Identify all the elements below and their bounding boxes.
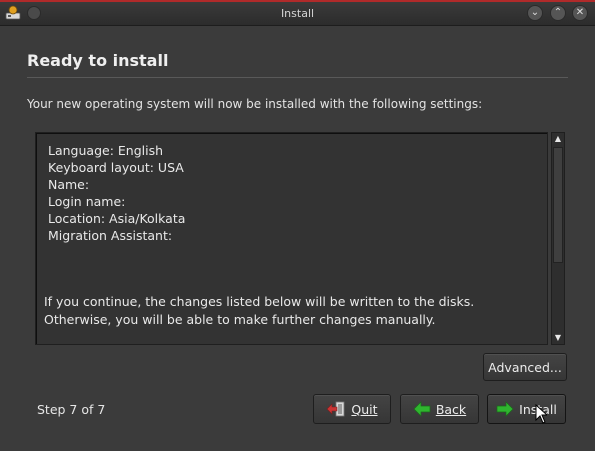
back-button[interactable]: Back — [400, 394, 479, 424]
summary-note-line-2: Otherwise, you will be able to make furt… — [44, 312, 436, 327]
summary-line-keyboard: Keyboard layout: USA — [48, 160, 184, 175]
step-indicator: Step 7 of 7 — [37, 402, 106, 417]
advanced-button-label: Advanced... — [488, 359, 562, 375]
summary-line-login: Login name: — [48, 194, 126, 209]
main-panel: Ready to install Your new operating syst… — [0, 26, 595, 451]
page-title: Ready to install — [27, 51, 169, 70]
title-divider — [27, 77, 568, 78]
summary-line-location: Location: Asia/Kolkata — [48, 211, 186, 226]
summary-line-name: Name: — [48, 177, 90, 192]
title-bar[interactable]: Install ⌄ ⌃ ✕ — [0, 2, 595, 26]
scroll-down-button[interactable]: ▼ — [552, 332, 564, 344]
summary-line-migration: Migration Assistant: — [48, 228, 173, 243]
quit-button-label: Quit — [351, 401, 378, 417]
exit-icon — [326, 401, 345, 417]
chevron-down-icon: ⌄ — [530, 7, 540, 18]
mouse-cursor-icon — [535, 404, 547, 424]
maximize-button[interactable]: ⌃ — [550, 5, 566, 21]
summary-note-line-1: If you continue, the changes listed belo… — [44, 294, 475, 309]
close-icon: ✕ — [575, 7, 585, 18]
summary-note: If you continue, the changes listed belo… — [44, 293, 474, 329]
back-button-label: Back — [435, 401, 467, 417]
arrow-right-icon — [496, 401, 514, 417]
scroll-thumb[interactable] — [553, 147, 563, 263]
intro-text: Your new operating system will now be in… — [27, 97, 483, 111]
scroll-up-button[interactable]: ▲ — [552, 133, 564, 145]
close-button[interactable]: ✕ — [572, 5, 588, 21]
summary-line-language: Language: English — [48, 143, 164, 158]
arrow-left-icon — [413, 401, 431, 417]
minimize-button[interactable]: ⌄ — [527, 5, 543, 21]
summary-scrollbar[interactable]: ▲ ▼ — [551, 132, 565, 345]
settings-summary[interactable]: Language: English Keyboard layout: USA N… — [35, 132, 548, 345]
summary-lines: Language: English Keyboard layout: USA N… — [48, 142, 185, 244]
advanced-button[interactable]: Advanced... — [483, 353, 567, 381]
window-title: Install — [280, 7, 315, 20]
quit-button[interactable]: Quit — [313, 394, 391, 424]
chevron-up-icon: ⌃ — [553, 7, 563, 18]
install-button[interactable]: Install — [487, 394, 566, 424]
